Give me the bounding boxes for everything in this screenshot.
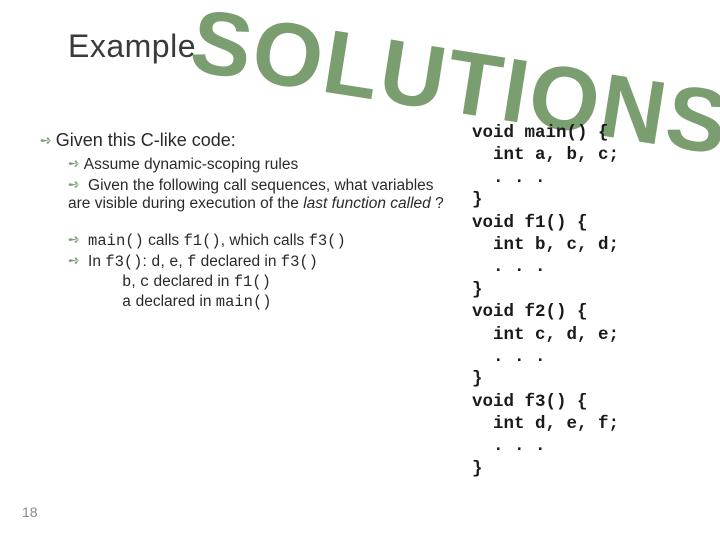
code-inline: f1() — [234, 273, 271, 291]
code-inline: f3() — [309, 232, 346, 250]
text-fragment: ? — [431, 195, 444, 212]
code-inline: f3() — [105, 253, 142, 271]
code-inline: e — [169, 253, 178, 271]
sub-group-1: Assume dynamic-scoping rules Given the f… — [40, 155, 450, 213]
title-row: Example — [68, 28, 196, 65]
code-inline: f — [187, 253, 196, 271]
text-fragment: , which calls — [221, 232, 309, 249]
text-fragment: , — [160, 253, 169, 270]
text-fragment: declared in — [131, 293, 215, 310]
code-inline: main() — [216, 293, 272, 311]
bullet-call-chain: main() calls f1(), which calls f3() — [68, 231, 450, 250]
text-fragment: In — [88, 253, 105, 270]
text-fragment: calls — [144, 232, 184, 249]
code-inline: a — [122, 293, 131, 311]
text-fragment: declared in — [196, 253, 280, 270]
bullet-in-f3: In f3(): d, e, f declared in f3() — [68, 252, 450, 271]
code-inline: f1() — [183, 232, 220, 250]
code-inline: c — [140, 273, 149, 291]
slide-title: Example — [68, 28, 196, 65]
code-inline: f3() — [281, 253, 318, 271]
text-fragment: declared in — [149, 273, 233, 290]
code-inline: main() — [88, 232, 144, 250]
code-inline: b — [122, 273, 131, 291]
bullet-assume: Assume dynamic-scoping rules — [68, 155, 450, 174]
slide-number: 18 — [22, 504, 38, 520]
sub-group-2: main() calls f1(), which calls f3() In f… — [40, 231, 450, 311]
bullet-given-seq: Given the following call sequences, what… — [68, 176, 450, 213]
code-block: void main() { int a, b, c; . . . } void … — [472, 122, 712, 480]
slide: SOLUTIONS Example Given this C-like code… — [0, 0, 720, 540]
italic-phrase: last function called — [303, 195, 431, 212]
bullet-lvl1: Given this C-like code: — [40, 130, 450, 151]
text-fragment: , — [178, 253, 187, 270]
bullet-bc-f1: b, c declared in f1() — [122, 273, 450, 291]
text-fragment: : — [143, 253, 152, 270]
text-fragment: , — [131, 273, 140, 290]
body-left-column: Given this C-like code: Assume dynamic-s… — [40, 130, 450, 329]
bullet-a-main: a declared in main() — [122, 293, 450, 311]
